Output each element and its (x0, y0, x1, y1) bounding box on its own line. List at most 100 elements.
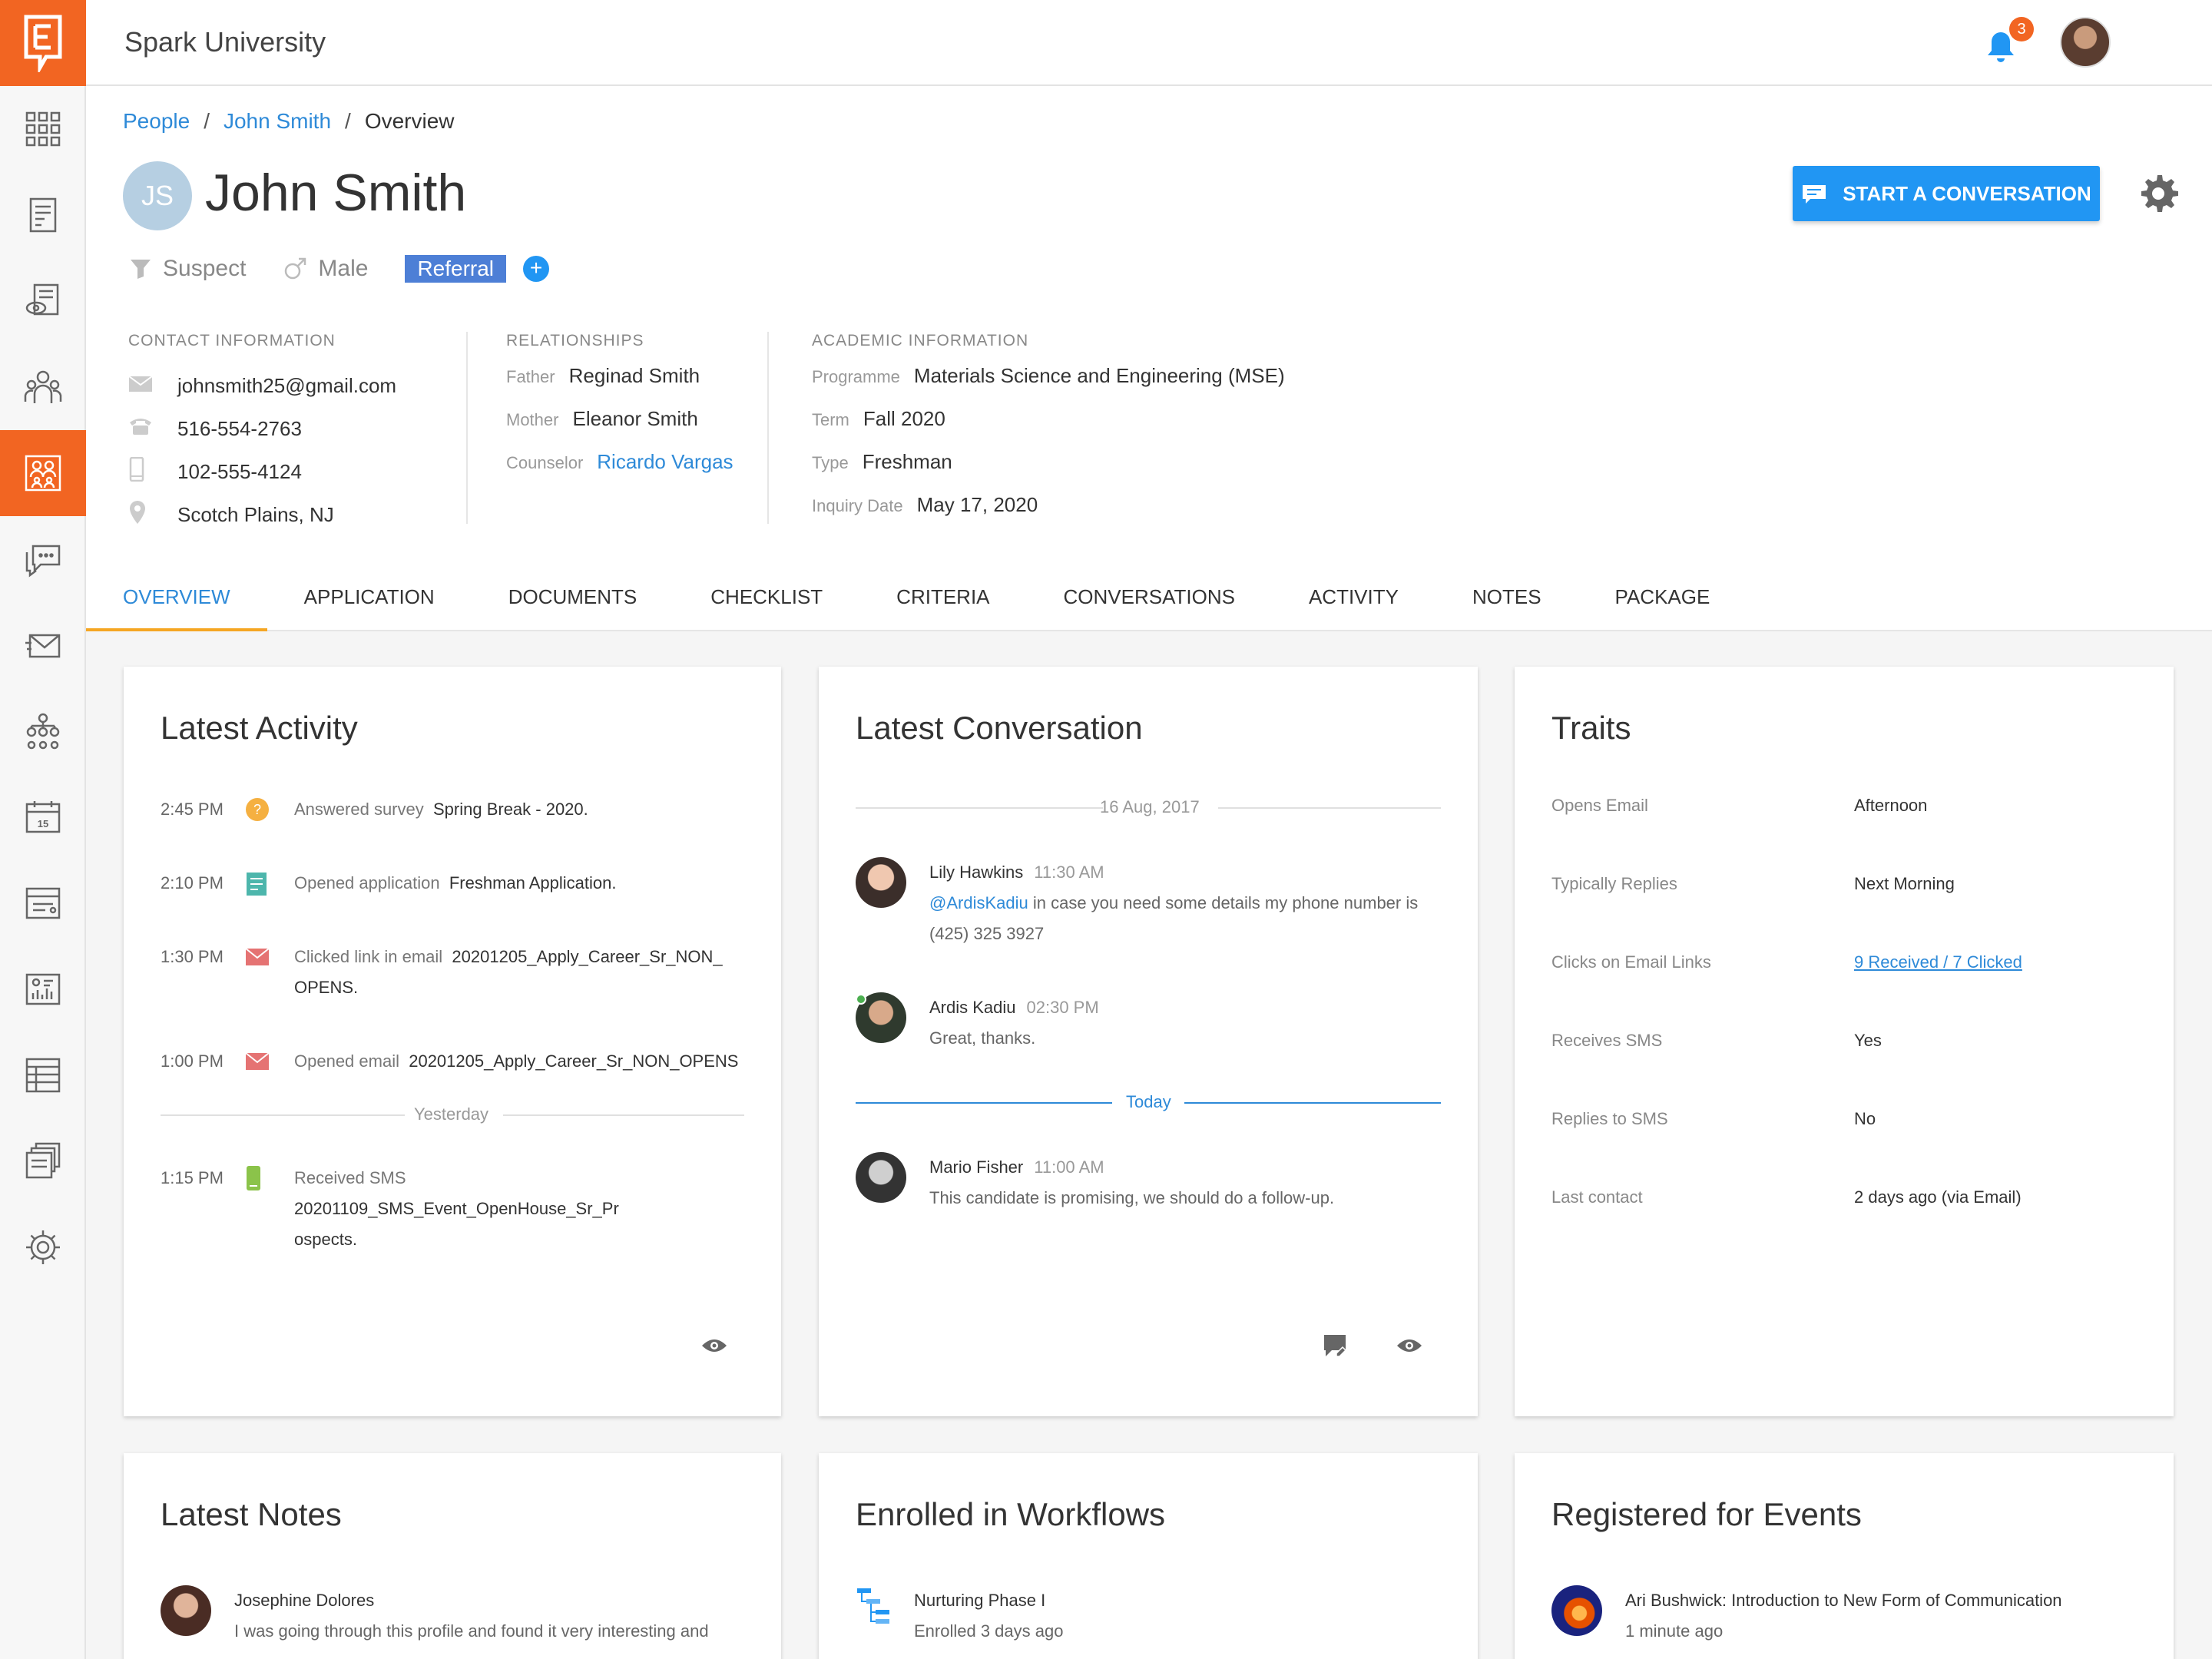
top-bar: Spark University (86, 0, 2212, 86)
inquiry-row: Inquiry Date May 17, 2020 (812, 493, 1459, 536)
sidebar-item-mail[interactable] (0, 602, 86, 688)
view-icon[interactable] (701, 1336, 727, 1355)
latest-notes-card: Latest Notes Josephine Dolores I was goi… (124, 1453, 781, 1659)
contact-phone[interactable]: 516-554-2763 (177, 417, 302, 441)
activity-target[interactable]: 20201205_Apply_Career_Sr_NON_OPENS (409, 1051, 738, 1071)
activity-target-continued[interactable]: ospects. (294, 1230, 357, 1249)
academic-section-title: ACADEMIC INFORMATION (812, 332, 1029, 349)
mail-icon (25, 634, 61, 658)
tab-notes[interactable]: NOTES (1435, 562, 1578, 630)
activity-target[interactable]: Spring Break - 2020. (433, 800, 588, 819)
activity-item: 1:00 PM Opened email 20201205_Apply_Care… (161, 1046, 740, 1077)
profile-tabs: OVERVIEW APPLICATION DOCUMENTS CHECKLIST… (86, 562, 2212, 631)
sidebar-item-dashboard[interactable] (0, 86, 86, 172)
trait-label: Receives SMS (1551, 1031, 1663, 1050)
survey-icon: ? (246, 798, 269, 821)
divider-line (1218, 807, 1441, 809)
counselor-row: Counselor Ricardo Vargas (506, 450, 773, 493)
calendar-icon: 15 (25, 801, 61, 833)
breadcrumb-person[interactable]: John Smith (224, 109, 331, 134)
gear-icon[interactable] (2137, 172, 2180, 215)
start-conversation-button[interactable]: START A CONVERSATION (1793, 166, 2100, 221)
activity-action: Opened email (294, 1051, 399, 1071)
divider-line (503, 1114, 744, 1116)
tab-application[interactable]: APPLICATION (267, 562, 472, 630)
workflow-meta: Enrolled 3 days ago (914, 1621, 1064, 1641)
workflow-icon (857, 1588, 889, 1624)
event-name[interactable]: Ari Bushwick: Introduction to New Form o… (1625, 1585, 2124, 1616)
sidebar-item-pages[interactable] (0, 1118, 86, 1204)
workflow-name[interactable]: Nurturing Phase I (914, 1585, 1413, 1616)
contact-phone-row: 516-554-2763 (128, 407, 466, 450)
activity-target-continued[interactable]: OPENS. (294, 978, 358, 997)
sidebar-item-tables[interactable] (0, 1032, 86, 1118)
breadcrumb-separator: / (345, 109, 351, 133)
view-icon[interactable] (1396, 1336, 1422, 1355)
activity-target[interactable]: 20201205_Apply_Career_Sr_NON_ (452, 947, 722, 966)
tab-package[interactable]: PACKAGE (1578, 562, 1747, 630)
settings-icon (26, 1230, 60, 1264)
sidebar-item-settings[interactable] (0, 1204, 86, 1290)
breadcrumb-current: Overview (364, 109, 455, 133)
sidebar-item-documents[interactable] (0, 172, 86, 258)
inquiry-value: May 17, 2020 (916, 493, 1038, 516)
gender-tag: Male (283, 256, 368, 282)
trait-value: Next Morning (1854, 874, 1955, 893)
telephone-icon (130, 418, 151, 435)
sidebar-item-workflows[interactable] (0, 688, 86, 774)
envelope-icon (128, 375, 153, 392)
sidebar-item-people[interactable] (0, 344, 86, 430)
tab-activity[interactable]: ACTIVITY (1272, 562, 1435, 630)
email-clicks-link[interactable]: 9 Received / 7 Clicked (1854, 952, 2022, 972)
referral-badge[interactable]: Referral (405, 255, 507, 283)
trait-value: 2 days ago (via Email) (1854, 1187, 2022, 1207)
trait-row: Opens Email Afternoon (1551, 796, 2151, 816)
reply-icon[interactable] (1323, 1333, 1349, 1359)
application-icon (247, 873, 267, 896)
trait-row: Replies to SMS No (1551, 1109, 2151, 1129)
tab-criteria[interactable]: CRITERIA (859, 562, 1026, 630)
contact-email[interactable]: johnsmith25@gmail.com (177, 374, 396, 398)
trait-value: No (1854, 1109, 1876, 1128)
contact-information: CONTACT INFORMATION johnsmith25@gmail.co… (128, 332, 466, 536)
message-icon (1803, 185, 1826, 204)
sidebar-item-calendar[interactable]: 15 (0, 774, 86, 860)
type-row: Type Freshman (812, 450, 1459, 493)
contact-mobile[interactable]: 102-555-4124 (177, 460, 302, 484)
tab-documents[interactable]: DOCUMENTS (472, 562, 674, 630)
activity-action: Clicked link in email (294, 947, 443, 966)
sidebar-item-reports[interactable] (0, 946, 86, 1032)
message-item: Ardis Kadiu 02:30 PM Great, thanks. (856, 992, 1429, 1054)
tab-overview[interactable]: OVERVIEW (86, 562, 267, 631)
sidebar-item-review[interactable] (0, 258, 86, 344)
tab-conversations[interactable]: CONVERSATIONS (1027, 562, 1272, 630)
pages-icon (25, 1142, 61, 1179)
note-item: Josephine Dolores I was going through th… (161, 1585, 733, 1647)
contact-location: Scotch Plains, NJ (177, 502, 334, 526)
trait-label: Clicks on Email Links (1551, 952, 1711, 972)
tab-checklist[interactable]: CHECKLIST (674, 562, 859, 630)
sidebar-item-chat[interactable] (0, 516, 86, 602)
sidebar: 15 (0, 0, 86, 1659)
sidebar-item-contacts[interactable] (0, 430, 86, 516)
today-divider: Today (1126, 1092, 1171, 1111)
mention-link[interactable]: @ArdisKadiu (929, 893, 1028, 912)
event-meta: 1 minute ago (1625, 1621, 1724, 1641)
sidebar-item-forms[interactable] (0, 860, 86, 946)
avatar (856, 992, 906, 1043)
message-author: Lily Hawkins (929, 863, 1024, 882)
counselor-link[interactable]: Ricardo Vargas (597, 450, 733, 474)
funnel-icon (131, 260, 151, 279)
app-logo[interactable] (0, 0, 86, 86)
add-tag-button[interactable]: + (523, 256, 550, 282)
user-avatar[interactable] (2060, 17, 2111, 68)
event-item: Ari Bushwick: Introduction to New Form o… (1551, 1585, 2124, 1647)
activity-target[interactable]: Freshman Application. (449, 873, 617, 892)
breadcrumb-people[interactable]: People (123, 109, 190, 134)
contact-mobile-row: 102-555-4124 (128, 450, 466, 493)
message-time: 11:00 AM (1034, 1157, 1104, 1177)
term-label: Term (812, 410, 849, 429)
message-text: Great, thanks. (929, 1028, 1036, 1048)
activity-target[interactable]: 20201109_SMS_Event_OpenHouse_Sr_Pr (294, 1199, 619, 1218)
chat-icon (25, 545, 61, 578)
